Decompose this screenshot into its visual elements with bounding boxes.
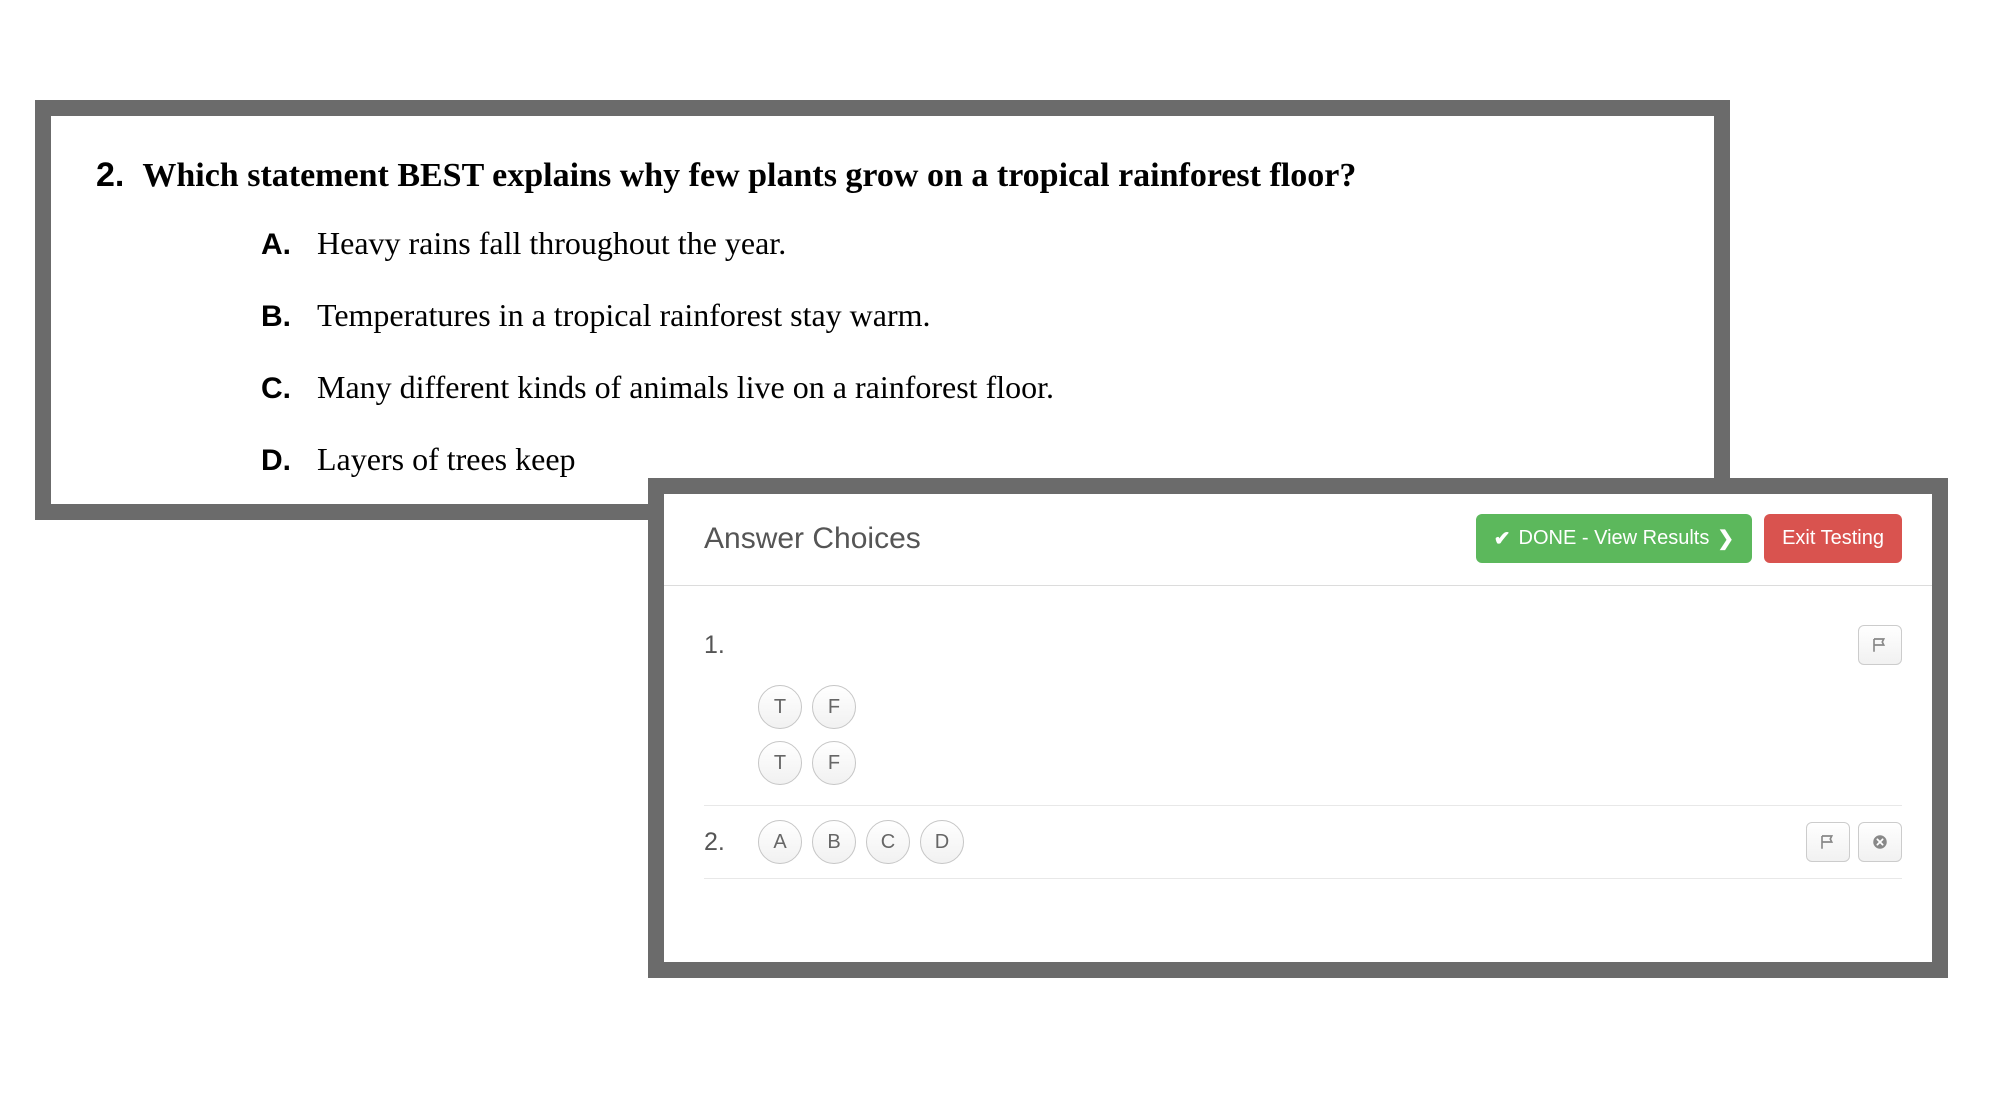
flag-icon (1819, 833, 1837, 851)
bubble-label: B (827, 831, 840, 854)
bubble-label: T (774, 752, 786, 775)
answer-title: Answer Choices (704, 522, 921, 556)
bubble-label: A (773, 831, 786, 854)
header-buttons: ✔ DONE - View Results ❯ Exit Testing (1476, 514, 1902, 563)
choice-row: C. Many different kinds of animals live … (261, 369, 1674, 406)
choice-b-bubble[interactable]: B (812, 820, 856, 864)
choice-c-bubble[interactable]: C (866, 820, 910, 864)
choices-list: A. Heavy rains fall throughout the year.… (96, 225, 1674, 478)
question-text: Which statement BEST explains why few pl… (142, 157, 1356, 195)
choice-letter: D. (261, 444, 295, 478)
choice-d-bubble[interactable]: D (920, 820, 964, 864)
bubble-label: F (828, 696, 840, 719)
abcd-bubbles: A B C D (758, 820, 964, 864)
answer-header: Answer Choices ✔ DONE - View Results ❯ E… (664, 494, 1932, 586)
choice-letter: C. (261, 372, 295, 406)
answer-row: 2. A B C D (704, 805, 1902, 879)
tf-bubbles: T F (758, 685, 856, 729)
choice-letter: B. (261, 300, 295, 334)
row-actions (1858, 625, 1902, 665)
tf-sub-row: T F (704, 735, 1902, 805)
bubble-label: D (935, 831, 949, 854)
choice-text: Temperatures in a tropical rainforest st… (317, 297, 931, 334)
tf-sub-row: T F (704, 679, 1902, 735)
choice-letter: A. (261, 228, 295, 262)
answer-row-number: 2. (704, 828, 752, 857)
question-line: 2. Which statement BEST explains why few… (96, 156, 1674, 195)
choice-row: A. Heavy rains fall throughout the year. (261, 225, 1674, 262)
choice-row: B. Temperatures in a tropical rainforest… (261, 297, 1674, 334)
close-circle-icon (1871, 833, 1889, 851)
chevron-right-icon: ❯ (1717, 526, 1734, 551)
done-button-label: DONE - View Results (1519, 527, 1710, 550)
true-bubble[interactable]: T (758, 685, 802, 729)
exit-button-label: Exit Testing (1782, 527, 1884, 550)
flag-icon (1871, 636, 1889, 654)
false-bubble[interactable]: F (812, 741, 856, 785)
answer-row: 1. (704, 611, 1902, 679)
bubble-label: F (828, 752, 840, 775)
choice-row: D. Layers of trees keep (261, 441, 1674, 478)
choice-text: Many different kinds of animals live on … (317, 369, 1054, 406)
question-number: 2. (96, 156, 124, 195)
answer-body: 1. T F T F 2. A B (664, 586, 1932, 879)
exit-testing-button[interactable]: Exit Testing (1764, 514, 1902, 563)
answer-card: Answer Choices ✔ DONE - View Results ❯ E… (648, 478, 1948, 978)
bubble-label: C (881, 831, 895, 854)
choice-a-bubble[interactable]: A (758, 820, 802, 864)
check-icon: ✔ (1494, 526, 1511, 551)
choice-text: Heavy rains fall throughout the year. (317, 225, 786, 262)
row-actions (1806, 822, 1902, 862)
false-bubble[interactable]: F (812, 685, 856, 729)
tf-bubbles: T F (758, 741, 856, 785)
true-bubble[interactable]: T (758, 741, 802, 785)
flag-button[interactable] (1858, 625, 1902, 665)
question-card: 2. Which statement BEST explains why few… (35, 100, 1730, 520)
answer-row-number: 1. (704, 631, 752, 660)
flag-button[interactable] (1806, 822, 1850, 862)
bubble-label: T (774, 696, 786, 719)
clear-button[interactable] (1858, 822, 1902, 862)
choice-text: Layers of trees keep (317, 441, 576, 478)
done-view-results-button[interactable]: ✔ DONE - View Results ❯ (1476, 514, 1752, 563)
